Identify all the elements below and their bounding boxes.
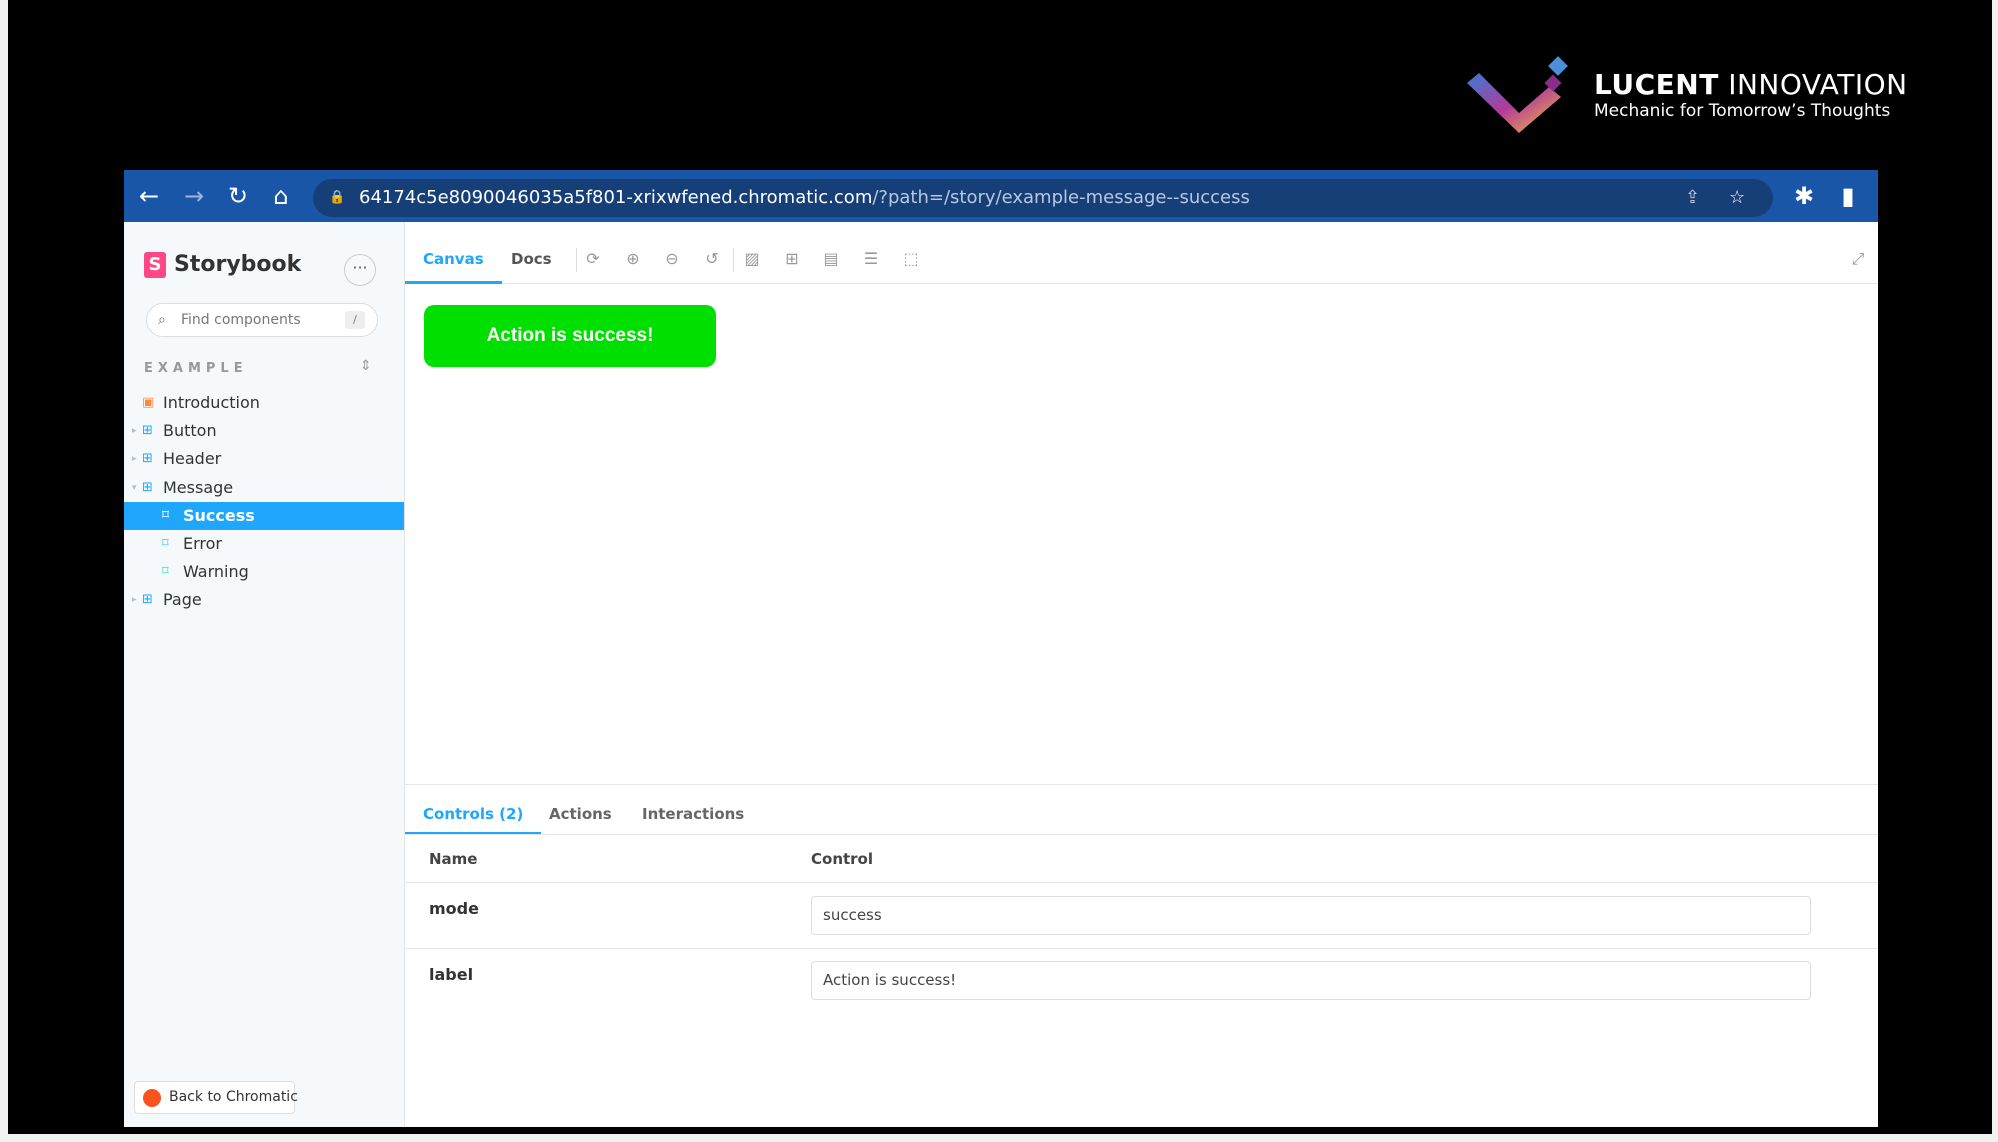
chromatic-icon (143, 1089, 161, 1107)
divider (733, 248, 734, 272)
brand-tagline: Mechanic for Tomorrow’s Thoughts (1594, 101, 1891, 121)
frame-edge (0, 0, 8, 1142)
viewport-icon[interactable]: ▤ (821, 249, 841, 269)
back-to-chromatic-label: Back to Chromatic (169, 1089, 298, 1105)
bookmark-icon: ⌑ (162, 508, 170, 523)
component-icon: ⊞ (142, 480, 153, 495)
back-arrow-icon[interactable]: ← (135, 182, 163, 210)
bookmark-icon: ⌑ (162, 564, 169, 579)
remount-icon[interactable]: ⟳ (583, 249, 603, 269)
sidebar-item-message[interactable]: ▾ ⊞ Message (124, 474, 404, 502)
column-header-name: Name (429, 850, 478, 868)
control-name-mode: mode (429, 899, 479, 918)
divider (405, 948, 1878, 949)
shortcut-key: / (345, 311, 365, 329)
outline-icon[interactable]: ⬚ (901, 249, 921, 269)
sidebar-item-introduction[interactable]: ▣ Introduction (124, 389, 404, 417)
extensions-icon[interactable]: ✱ (1790, 182, 1818, 210)
expand-collapse-icon[interactable]: ⇕ (360, 358, 372, 374)
frame-edge (0, 1134, 1998, 1142)
divider (405, 882, 1878, 883)
address-bar[interactable]: 🔒 64174c5e8090046035a5f801-xrixwfened.ch… (313, 179, 1773, 217)
sidebar-item-header[interactable]: ▸ ⊞ Header (124, 445, 404, 473)
lucent-logo-icon (1467, 56, 1568, 133)
grid-icon[interactable]: ⊞ (782, 249, 802, 269)
reset-zoom-icon[interactable]: ↺ (702, 249, 722, 269)
browser-toolbar: ← → ↻ ⌂ 🔒 64174c5e8090046035a5f801-xrixw… (124, 170, 1878, 222)
component-icon: ⊞ (142, 451, 153, 466)
browser-window: ← → ↻ ⌂ 🔒 64174c5e8090046035a5f801-xrixw… (124, 170, 1878, 1127)
brand-name: LUCENT INNOVATION (1594, 68, 1908, 101)
zoom-out-icon[interactable]: ⊖ (662, 249, 682, 269)
divider (405, 834, 1878, 835)
main-panel: Canvas Docs ⟳ ⊕ ⊖ ↺ ▨ ⊞ ▤ ☰ ⬚ ⤢ Action i… (404, 222, 1878, 1127)
fullscreen-icon[interactable]: ⤢ (1848, 249, 1868, 269)
doc-icon: ▣ (142, 395, 155, 410)
tab-interactions[interactable]: Interactions (624, 795, 762, 835)
divider (576, 248, 577, 272)
control-name-label: label (429, 965, 474, 984)
component-icon: ⊞ (142, 423, 153, 438)
search-placeholder: Find components (181, 312, 301, 328)
sidebar-item-success[interactable]: ⌑ Success (124, 502, 404, 530)
home-icon[interactable]: ⌂ (267, 182, 295, 210)
reload-icon[interactable]: ↻ (224, 182, 252, 210)
component-icon: ⊞ (142, 592, 153, 607)
canvas-toolbar: Canvas Docs ⟳ ⊕ ⊖ ↺ ▨ ⊞ ▤ ☰ ⬚ ⤢ (405, 236, 1878, 284)
label-input[interactable]: Action is success! (811, 961, 1811, 1000)
storybook-logo[interactable]: S Storybook (144, 252, 301, 278)
sidebar-item-error[interactable]: ⌑ Error (124, 530, 404, 558)
tab-actions[interactable]: Actions (531, 795, 630, 835)
column-header-control: Control (811, 850, 874, 868)
sidebar: S Storybook ··· ⌕ Find components / EXAMP… (124, 222, 404, 1127)
more-options-button[interactable]: ··· (344, 254, 376, 286)
lock-icon: 🔒 (329, 190, 346, 205)
frame-edge (1992, 0, 1998, 1142)
search-input[interactable]: ⌕ Find components / (146, 303, 378, 337)
sidebar-item-warning[interactable]: ⌑ Warning (124, 558, 404, 586)
addons-panel: Controls (2) Actions Interactions Name C… (405, 784, 1878, 1127)
bookmark-icon: ⌑ (162, 536, 169, 551)
mode-input[interactable]: success (811, 896, 1811, 935)
url-host: 64174c5e8090046035a5f801-xrixwfened.chro… (359, 187, 873, 208)
tab-canvas[interactable]: Canvas (405, 236, 502, 284)
sidebar-item-button[interactable]: ▸ ⊞ Button (124, 417, 404, 445)
share-icon[interactable]: ⇪ (1685, 179, 1700, 217)
url-path: /?path=/story/example-message--success (872, 187, 1250, 208)
success-message: Action is success! (424, 305, 716, 367)
star-icon[interactable]: ☆ (1729, 179, 1745, 217)
back-to-chromatic-button[interactable]: Back to Chromatic (134, 1081, 298, 1114)
tab-controls[interactable]: Controls (2) (405, 795, 542, 835)
group-header-example[interactable]: EXAMPLE (144, 361, 248, 376)
storybook-icon: S (144, 252, 166, 278)
sidebar-item-page[interactable]: ▸ ⊞ Page (124, 586, 404, 614)
search-icon: ⌕ (158, 312, 166, 328)
zoom-in-icon[interactable]: ⊕ (623, 249, 643, 269)
background-icon[interactable]: ▨ (742, 249, 762, 269)
tab-docs[interactable]: Docs (493, 236, 570, 284)
sidepanel-icon[interactable]: ▮ (1834, 182, 1862, 210)
forward-arrow-icon[interactable]: → (180, 182, 208, 210)
measure-icon[interactable]: ☰ (861, 249, 881, 269)
